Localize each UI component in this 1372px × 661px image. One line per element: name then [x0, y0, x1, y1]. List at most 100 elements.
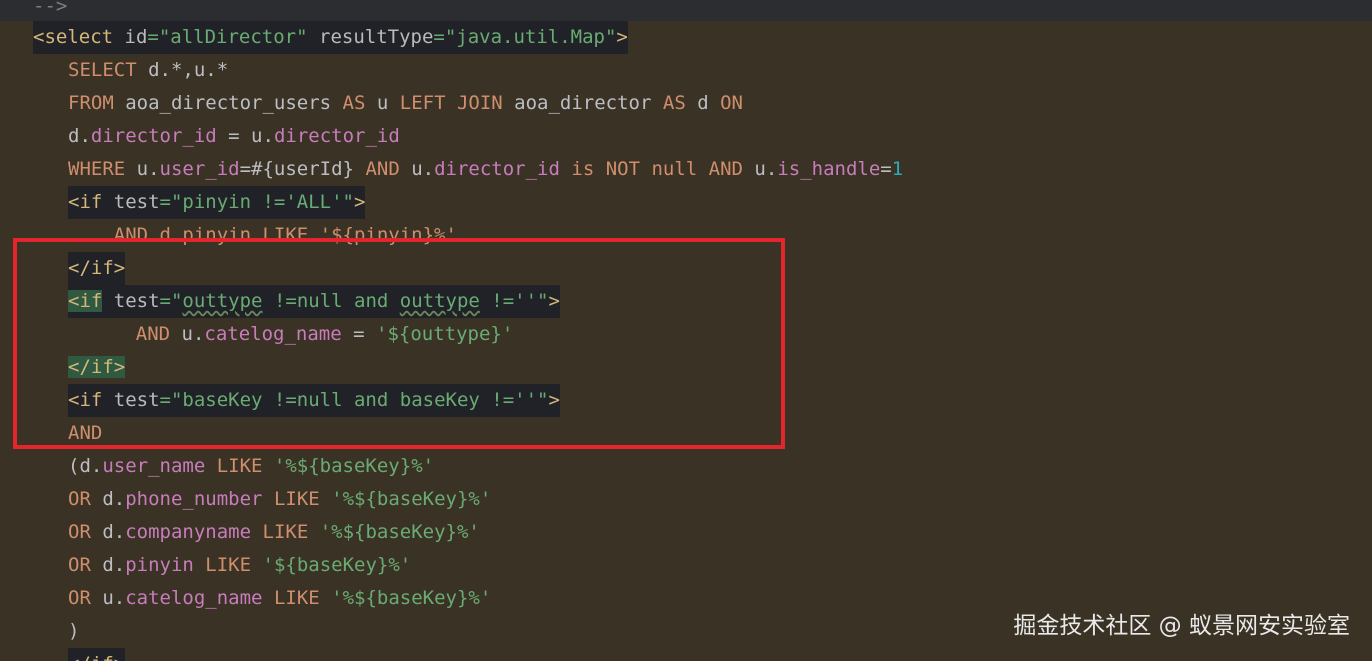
code-token: test [102, 290, 160, 312]
code-line: AND u.catelog_name = '${outtype}' [90, 318, 514, 351]
code-token: user_name [102, 455, 217, 477]
code-token: AND [90, 323, 182, 345]
code-token: OR [68, 554, 103, 576]
code-token: </if> [68, 653, 125, 661]
code-line: <if test="pinyin !='ALL'"> [68, 186, 366, 219]
code-token: --> [33, 0, 68, 17]
code-token: LIKE [262, 521, 320, 543]
code-token: (d. [68, 455, 103, 477]
code-token: phone_number [125, 488, 274, 510]
code-token: AND d.pinyin LIKE '${pinyin}%' [68, 224, 457, 246]
code-token: FROM [68, 92, 126, 114]
code-token: SELECT [68, 59, 149, 81]
code-token: outtype [399, 290, 480, 312]
code-token: AS [342, 92, 377, 114]
code-line: OR d.companyname LIKE '%${baseKey}%' [68, 516, 480, 549]
code-token: = u. [216, 125, 274, 147]
code-token: <if [68, 389, 114, 411]
code-line: WHERE u.user_id=#{userId} AND u.director… [68, 153, 903, 186]
code-line: </if> [68, 648, 126, 661]
code-line: ) [68, 615, 79, 648]
code-line: (d.user_name LIKE '%${baseKey}%' [68, 450, 434, 483]
code-token: u. [411, 158, 435, 180]
code-token: > [354, 191, 366, 213]
code-line: AND d.pinyin LIKE '${pinyin}%' [68, 219, 457, 252]
code-line: OR d.phone_number LIKE '%${baseKey}%' [68, 483, 491, 516]
code-token: is NOT null AND [571, 158, 755, 180]
code-token: <if [68, 191, 114, 213]
code-line: --> [33, 0, 67, 23]
code-token: AS [662, 92, 698, 114]
code-token: d. [68, 125, 91, 147]
code-line: </if> [68, 252, 126, 285]
code-token: =" [159, 290, 183, 312]
code-line: </if> [68, 351, 126, 384]
code-token: '%${baseKey}%' [331, 587, 492, 609]
code-token: 1 [891, 158, 904, 180]
code-token: LEFT JOIN [399, 92, 515, 114]
code-token: '%${baseKey}%' [319, 521, 480, 543]
code-token: '%${baseKey}%' [273, 455, 435, 477]
code-token: d. [102, 521, 126, 543]
code-token: ="pinyin !='ALL'" [159, 191, 354, 213]
code-token: <select [33, 26, 125, 48]
code-token: director_id [434, 158, 572, 180]
code-token: '${outtype}' [376, 323, 514, 345]
code-token: =#{userId} [239, 158, 366, 180]
code-token: LIKE [273, 488, 332, 510]
code-token: aoa_director_users [125, 92, 343, 114]
code-token: u. [136, 158, 160, 180]
code-token: OR [68, 488, 103, 510]
code-token: LIKE [273, 587, 332, 609]
code-token: LIKE [205, 554, 263, 576]
code-token: test [113, 389, 160, 411]
code-token: ="baseKey !=null and baseKey !=''" [159, 389, 549, 411]
code-line: AND [68, 417, 102, 450]
code-token: > [548, 290, 560, 312]
code-token: director_id [273, 125, 400, 147]
code-token: director_id [90, 125, 217, 147]
code-token: outtype [182, 290, 263, 312]
code-token: user_id [159, 158, 240, 180]
code-token: u. [102, 587, 126, 609]
code-token: aoa_director [514, 92, 663, 114]
code-token: AND [365, 158, 412, 180]
code-token: = [341, 323, 377, 345]
code-token: u. [754, 158, 778, 180]
code-token: LIKE [216, 455, 274, 477]
code-token: OR [68, 587, 103, 609]
code-line: OR u.catelog_name LIKE '%${baseKey}%' [68, 582, 491, 615]
code-token: ="allDirector" [147, 26, 319, 48]
code-token: ="java.util.Map" [433, 26, 617, 48]
code-token: resultType [319, 26, 434, 48]
code-token: d.*,u.* [148, 59, 229, 81]
code-token: '${baseKey}%' [262, 554, 412, 576]
code-token: ) [68, 620, 80, 642]
code-token: ON [720, 92, 743, 114]
code-line: <select id="allDirector" resultType="jav… [33, 21, 628, 54]
code-token: </if> [68, 257, 126, 279]
code-token: </if> [68, 356, 126, 378]
editor-top-band [0, 0, 1372, 21]
code-token: d. [102, 488, 126, 510]
watermark: 掘金技术社区 @ 蚁景网安实验室 [1013, 613, 1350, 639]
code-token: > [548, 389, 560, 411]
code-token: !=null and [262, 290, 400, 312]
code-line: <if test="outtype !=null and outtype !='… [68, 285, 560, 318]
code-token: > [616, 26, 628, 48]
code-token: OR [68, 521, 103, 543]
code-token: catelog_name [204, 323, 342, 345]
code-token: id [124, 26, 148, 48]
code-token: test [113, 191, 160, 213]
code-line: OR d.pinyin LIKE '${baseKey}%' [68, 549, 411, 582]
code-token: u [376, 92, 400, 114]
code-token: companyname [125, 521, 263, 543]
code-token: !=''" [479, 290, 549, 312]
code-editor[interactable]: --> <select id="allDirector" resultType="… [0, 0, 1372, 661]
code-token: d [697, 92, 721, 114]
code-token: is_handle [777, 158, 881, 180]
code-token: AND [68, 422, 103, 444]
code-token: catelog_name [125, 587, 274, 609]
code-line: <if test="baseKey !=null and baseKey !='… [68, 384, 560, 417]
code-token: WHERE [68, 158, 137, 180]
